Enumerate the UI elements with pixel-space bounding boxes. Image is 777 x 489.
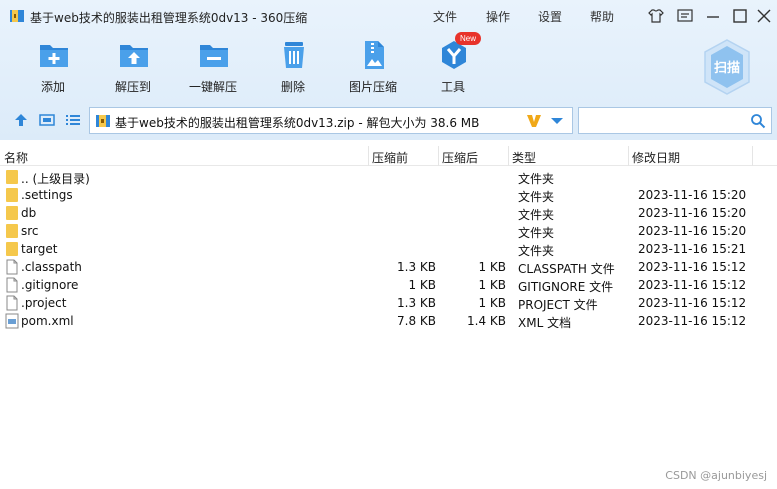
one-click-extract-label: 一键解压	[188, 80, 237, 94]
up-arrow-icon[interactable]	[13, 112, 29, 128]
table-row[interactable]: pom.xml 7.8 KB 1.4 KB XML 文档 2023-11-16 …	[0, 312, 777, 330]
column-divider[interactable]	[752, 146, 753, 166]
tools-button[interactable]: 工具	[418, 38, 488, 96]
xml-file-icon	[5, 313, 19, 329]
title-bar: 基于web技术的服装出租管理系统0dv13 - 360压缩 文件 操作 设置 帮…	[0, 0, 777, 32]
folder-icon	[6, 170, 18, 184]
column-divider[interactable]	[438, 146, 439, 166]
scan-button[interactable]: 扫描	[701, 38, 753, 96]
list-view-icon[interactable]	[65, 112, 81, 128]
image-compress-button[interactable]: 图片压缩	[338, 38, 408, 96]
add-icon	[40, 45, 68, 67]
top-panel: 基于web技术的服装出租管理系统0dv13 - 360压缩 文件 操作 设置 帮…	[0, 0, 777, 140]
app-logo-icon	[10, 10, 24, 22]
file-icon	[6, 295, 18, 311]
menu-file[interactable]: 文件	[433, 8, 457, 25]
menu-settings[interactable]: 设置	[538, 8, 562, 25]
window-title: 基于web技术的服装出租管理系统0dv13 - 360压缩	[30, 11, 308, 25]
folder-icon	[6, 242, 18, 256]
column-size[interactable]: 压缩前	[372, 149, 408, 166]
extract-to-label: 解压到	[114, 80, 151, 94]
table-row[interactable]: db 文件夹 2023-11-16 15:20	[0, 204, 777, 222]
column-modified[interactable]: 修改日期	[632, 149, 680, 166]
table-row[interactable]: target 文件夹 2023-11-16 15:21	[0, 240, 777, 258]
column-type[interactable]: 类型	[512, 149, 536, 166]
thumbnail-view-icon[interactable]	[39, 112, 55, 128]
dropdown-arrow-icon[interactable]	[551, 117, 563, 125]
menu-help[interactable]: 帮助	[590, 8, 614, 25]
column-name[interactable]: 名称	[4, 149, 28, 166]
v-logo-icon[interactable]	[525, 112, 543, 130]
feedback-icon[interactable]	[676, 7, 694, 25]
file-icon	[6, 277, 18, 293]
scan-label: 扫描	[713, 61, 740, 76]
menu-operation[interactable]: 操作	[486, 8, 510, 25]
column-header: 名称 压缩前 压缩后 类型 修改日期	[0, 146, 777, 166]
table-row[interactable]: .. (上级目录) 文件夹	[0, 168, 777, 186]
add-button[interactable]: 添加	[18, 38, 88, 96]
search-input[interactable]	[583, 111, 743, 130]
one-click-extract-icon	[200, 45, 228, 67]
folder-icon	[6, 188, 18, 202]
address-bar[interactable]: 基于web技术的服装出租管理系统0dv13.zip - 解包大小为 38.6 M…	[89, 107, 573, 134]
column-packed[interactable]: 压缩后	[442, 149, 478, 166]
minimize-icon[interactable]	[704, 7, 722, 25]
image-compress-label: 图片压缩	[348, 80, 397, 94]
file-list: .. (上级目录) 文件夹 .settings 文件夹 2023-11-16 1…	[0, 168, 777, 330]
address-path: 基于web技术的服装出租管理系统0dv13.zip - 解包大小为 38.6 M…	[115, 116, 480, 130]
file-icon	[6, 259, 18, 275]
skin-icon[interactable]	[647, 7, 665, 25]
search-icon[interactable]	[750, 113, 766, 129]
folder-icon	[6, 206, 18, 220]
column-divider[interactable]	[368, 146, 369, 166]
column-divider[interactable]	[628, 146, 629, 166]
add-label: 添加	[40, 80, 65, 94]
zip-file-icon	[96, 115, 110, 127]
watermark: CSDN @ajunbiyesj	[665, 469, 767, 482]
delete-icon	[284, 42, 304, 68]
table-row[interactable]: .gitignore 1 KB 1 KB GITIGNORE 文件 2023-1…	[0, 276, 777, 294]
maximize-icon[interactable]	[731, 7, 749, 25]
folder-icon	[6, 224, 18, 238]
image-compress-icon	[365, 41, 384, 69]
search-box[interactable]	[578, 107, 772, 134]
extract-to-button[interactable]: 解压到	[98, 38, 168, 96]
new-badge: New	[455, 32, 481, 45]
tools-label: 工具	[440, 80, 465, 94]
one-click-extract-button[interactable]: 一键解压	[178, 38, 248, 96]
close-icon[interactable]	[755, 7, 773, 25]
extract-to-icon	[120, 45, 148, 67]
table-row[interactable]: .classpath 1.3 KB 1 KB CLASSPATH 文件 2023…	[0, 258, 777, 276]
column-divider[interactable]	[508, 146, 509, 166]
table-row[interactable]: .settings 文件夹 2023-11-16 15:20	[0, 186, 777, 204]
delete-button[interactable]: 删除	[258, 38, 328, 96]
delete-label: 删除	[280, 80, 305, 94]
table-row[interactable]: .project 1.3 KB 1 KB PROJECT 文件 2023-11-…	[0, 294, 777, 312]
table-row[interactable]: src 文件夹 2023-11-16 15:20	[0, 222, 777, 240]
